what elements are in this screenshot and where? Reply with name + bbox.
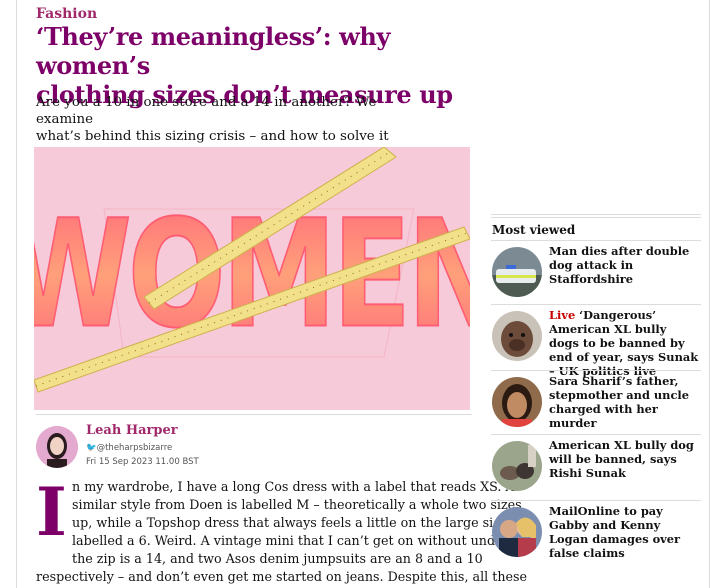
- article-body: n my wardrobe, I have a long Cos dress w…: [36, 478, 528, 586]
- most-viewed-headline: American XL bully dog will be banned, sa…: [549, 438, 699, 480]
- most-viewed-item[interactable]: Sara Sharif’s father, stepmother and unc…: [491, 370, 701, 435]
- author-name[interactable]: Leah Harper: [86, 423, 178, 438]
- standfirst-line-2: what’s behind this sizing crisis – and h…: [36, 129, 389, 144]
- live-label: Live: [549, 308, 576, 322]
- body-line: labelled a 6. Weird. A vintage mini that…: [72, 533, 524, 548]
- body-line: respectively – and don’t even get me sta…: [36, 569, 528, 584]
- most-viewed-headline: Sara Sharif’s father, stepmother and unc…: [549, 374, 699, 430]
- headline-text: American XL bully dog will be banned, sa…: [549, 438, 694, 480]
- most-viewed-headline: MailOnline to pay Gabby and Kenny Logan …: [549, 504, 699, 560]
- most-viewed-headline: Live ‘Dangerous’ American XL bully dogs …: [549, 308, 699, 378]
- headline-text: MailOnline to pay Gabby and Kenny Logan …: [549, 504, 681, 560]
- author-avatar: [36, 426, 78, 468]
- article-standfirst: Are you a 10 in one store and a 14 in an…: [36, 94, 436, 145]
- headline-text: Sara Sharif’s father, stepmother and unc…: [549, 374, 689, 430]
- bully-dog-thumbnail: [492, 311, 542, 361]
- body-line: n my wardrobe, I have a long Cos dress w…: [72, 479, 515, 494]
- section-kicker[interactable]: Fashion: [36, 6, 97, 22]
- most-viewed-title: Most viewed: [492, 223, 576, 237]
- author-handle[interactable]: 🐦@theharpsbizarre: [86, 443, 172, 453]
- byline-divider: [36, 414, 472, 415]
- publish-date: Fri 15 Sep 2023 11.00 BST: [86, 457, 199, 467]
- hero-image[interactable]: WOMEN: [34, 147, 470, 410]
- most-viewed-rule: [491, 217, 701, 218]
- twitter-icon: 🐦: [86, 443, 97, 453]
- headline-line-1: ‘They’re meaningless’: why women’s: [36, 22, 391, 80]
- girl-portrait-thumbnail: [492, 377, 542, 427]
- hero-word: WOMEN: [34, 189, 470, 361]
- body-line: similar style from Doen is labelled M – …: [72, 497, 522, 512]
- most-viewed-item[interactable]: Man dies after double dog attack in Staf…: [491, 240, 701, 305]
- body-line: the zip is a 14, and two Asos denim jump…: [72, 551, 483, 566]
- most-viewed-item[interactable]: American XL bully dog will be banned, sa…: [491, 434, 701, 499]
- twitter-handle: @theharpsbizarre: [96, 443, 173, 453]
- couple-thumbnail: [492, 507, 542, 557]
- dogs-on-lead-thumbnail: [492, 441, 542, 491]
- most-viewed-item[interactable]: Live ‘Dangerous’ American XL bully dogs …: [491, 304, 701, 378]
- police-car-thumbnail: [492, 247, 542, 297]
- body-line: up, while a Topshop dress that always fe…: [72, 515, 524, 530]
- most-viewed-item[interactable]: MailOnline to pay Gabby and Kenny Logan …: [491, 500, 701, 565]
- most-viewed-headline: Man dies after double dog attack in Staf…: [549, 244, 699, 286]
- headline-text: Man dies after double dog attack in Staf…: [549, 244, 690, 286]
- standfirst-line-1: Are you a 10 in one store and a 14 in an…: [36, 95, 377, 127]
- most-viewed-rule: [491, 214, 701, 215]
